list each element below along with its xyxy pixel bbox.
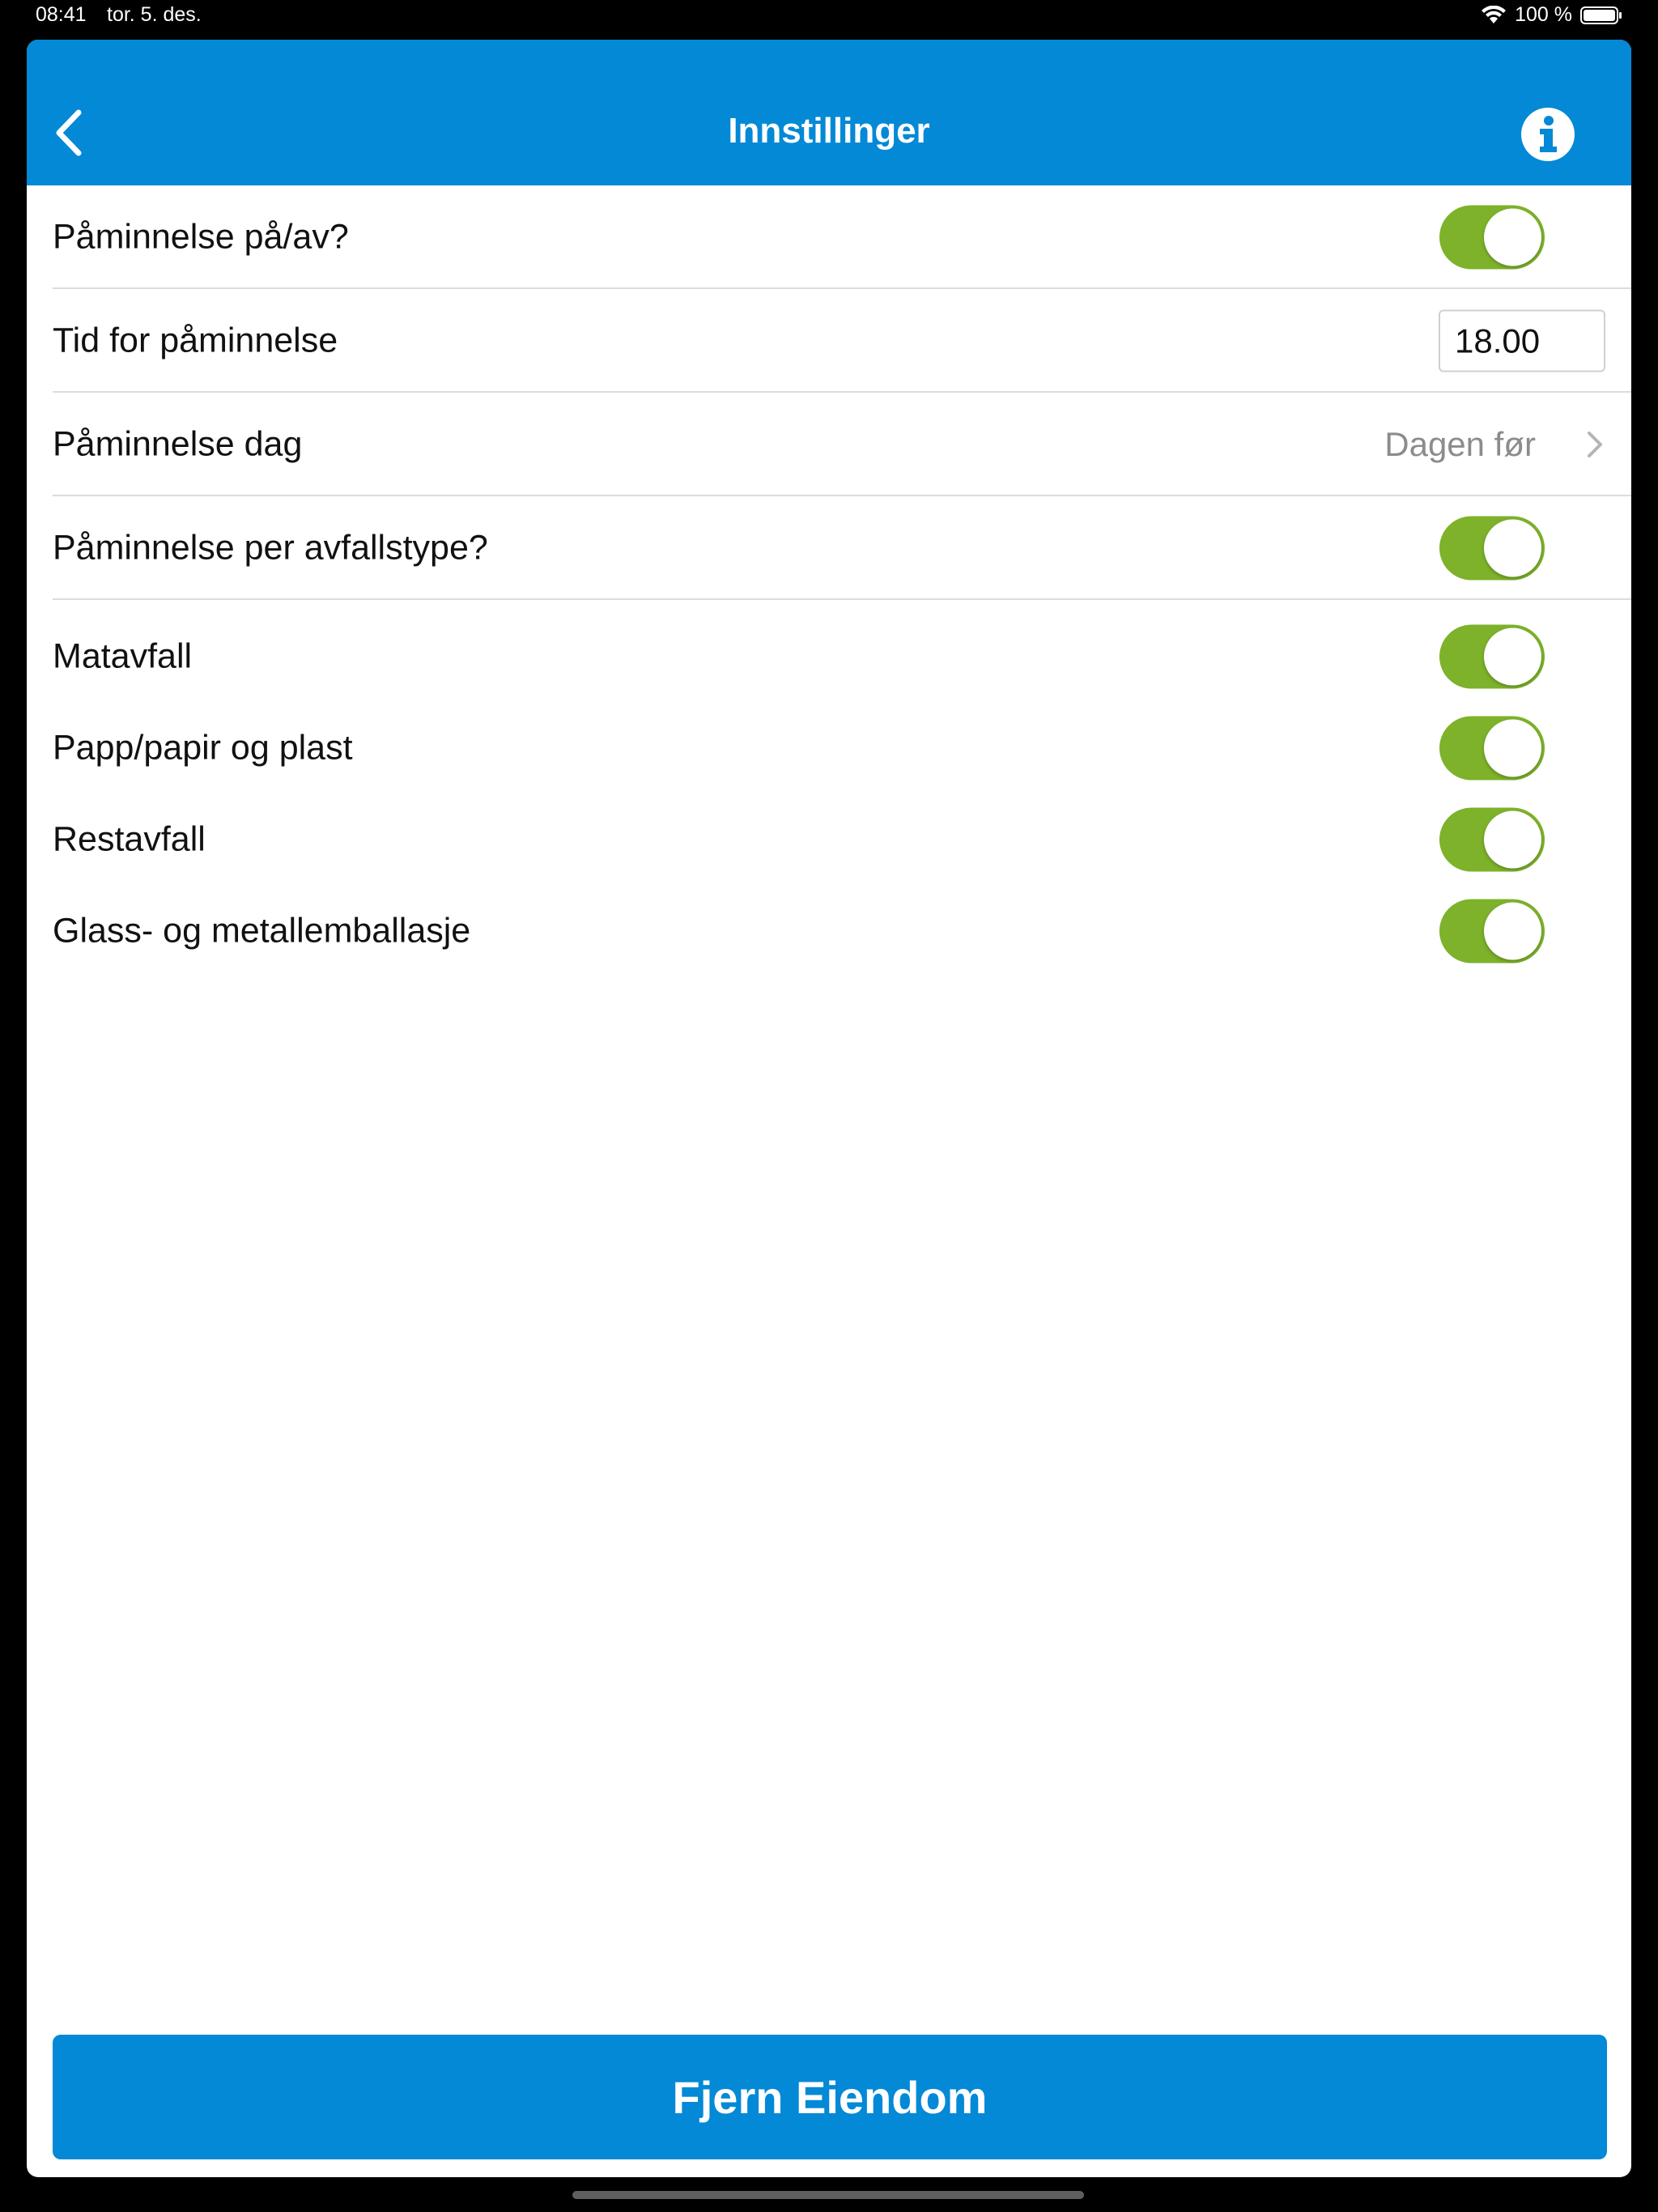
waste-type-label: Glass- og metallemballasje — [53, 911, 471, 950]
reminder-toggle[interactable] — [1439, 205, 1545, 270]
reminder-day-label: Påminnelse dag — [53, 424, 303, 464]
per-type-toggle[interactable] — [1439, 516, 1545, 581]
status-bar: 08:41 tor. 5. des. 100 % — [0, 0, 1658, 32]
status-date: tor. 5. des. — [107, 3, 202, 26]
toggle-knob — [1484, 627, 1541, 685]
settings-list: Påminnelse på/av? Tid for påminnelse Påm… — [27, 185, 1631, 976]
toggle-knob — [1484, 810, 1541, 868]
per-type-toggle-label: Påminnelse per avfallstype? — [53, 528, 488, 568]
reminder-toggle-row: Påminnelse på/av? — [27, 185, 1631, 289]
settings-screen: Innstillinger Påminnelse på/av? Tid for … — [27, 40, 1631, 2177]
reminder-time-label: Tid for påminnelse — [53, 321, 338, 360]
page-title: Innstillinger — [728, 111, 930, 151]
navigation-bar: Innstillinger — [27, 40, 1631, 185]
chevron-right-icon — [1584, 428, 1605, 461]
reminder-day-row[interactable]: Påminnelse dag Dagen før — [27, 393, 1631, 496]
status-indicators: 100 % — [1481, 3, 1622, 27]
waste-type-toggle[interactable] — [1439, 899, 1545, 963]
waste-type-label: Restavfall — [53, 819, 206, 858]
reminder-time-row: Tid for påminnelse — [27, 289, 1631, 393]
toggle-knob — [1484, 519, 1541, 577]
waste-type-row-matavfall: Matavfall — [27, 610, 1631, 702]
waste-type-row-glass: Glass- og metallemballasje — [27, 885, 1631, 976]
waste-type-toggle[interactable] — [1439, 716, 1545, 780]
reminder-time-input[interactable] — [1439, 309, 1605, 372]
battery-percent: 100 % — [1515, 3, 1572, 26]
waste-type-label: Matavfall — [53, 636, 193, 675]
waste-type-label: Papp/papir og plast — [53, 728, 353, 767]
status-time: 08:41 — [36, 3, 87, 26]
reminder-toggle-label: Påminnelse på/av? — [53, 217, 349, 257]
toggle-knob — [1484, 208, 1541, 266]
toggle-knob — [1484, 902, 1541, 959]
per-type-toggle-row: Påminnelse per avfallstype? — [27, 496, 1631, 600]
reminder-day-value: Dagen før — [1384, 425, 1536, 463]
battery-icon — [1580, 6, 1622, 25]
info-button[interactable] — [1520, 106, 1576, 163]
info-icon — [1520, 108, 1576, 166]
wifi-icon — [1481, 5, 1507, 25]
waste-type-row-papp: Papp/papir og plast — [27, 702, 1631, 793]
remove-property-button[interactable]: Fjern Eiendom — [53, 2035, 1607, 2159]
home-indicator[interactable] — [572, 2191, 1084, 2199]
waste-type-toggle[interactable] — [1439, 807, 1545, 871]
chevron-left-icon — [46, 109, 95, 164]
waste-type-toggle[interactable] — [1439, 624, 1545, 688]
waste-type-row-restavfall: Restavfall — [27, 793, 1631, 885]
toggle-knob — [1484, 719, 1541, 776]
